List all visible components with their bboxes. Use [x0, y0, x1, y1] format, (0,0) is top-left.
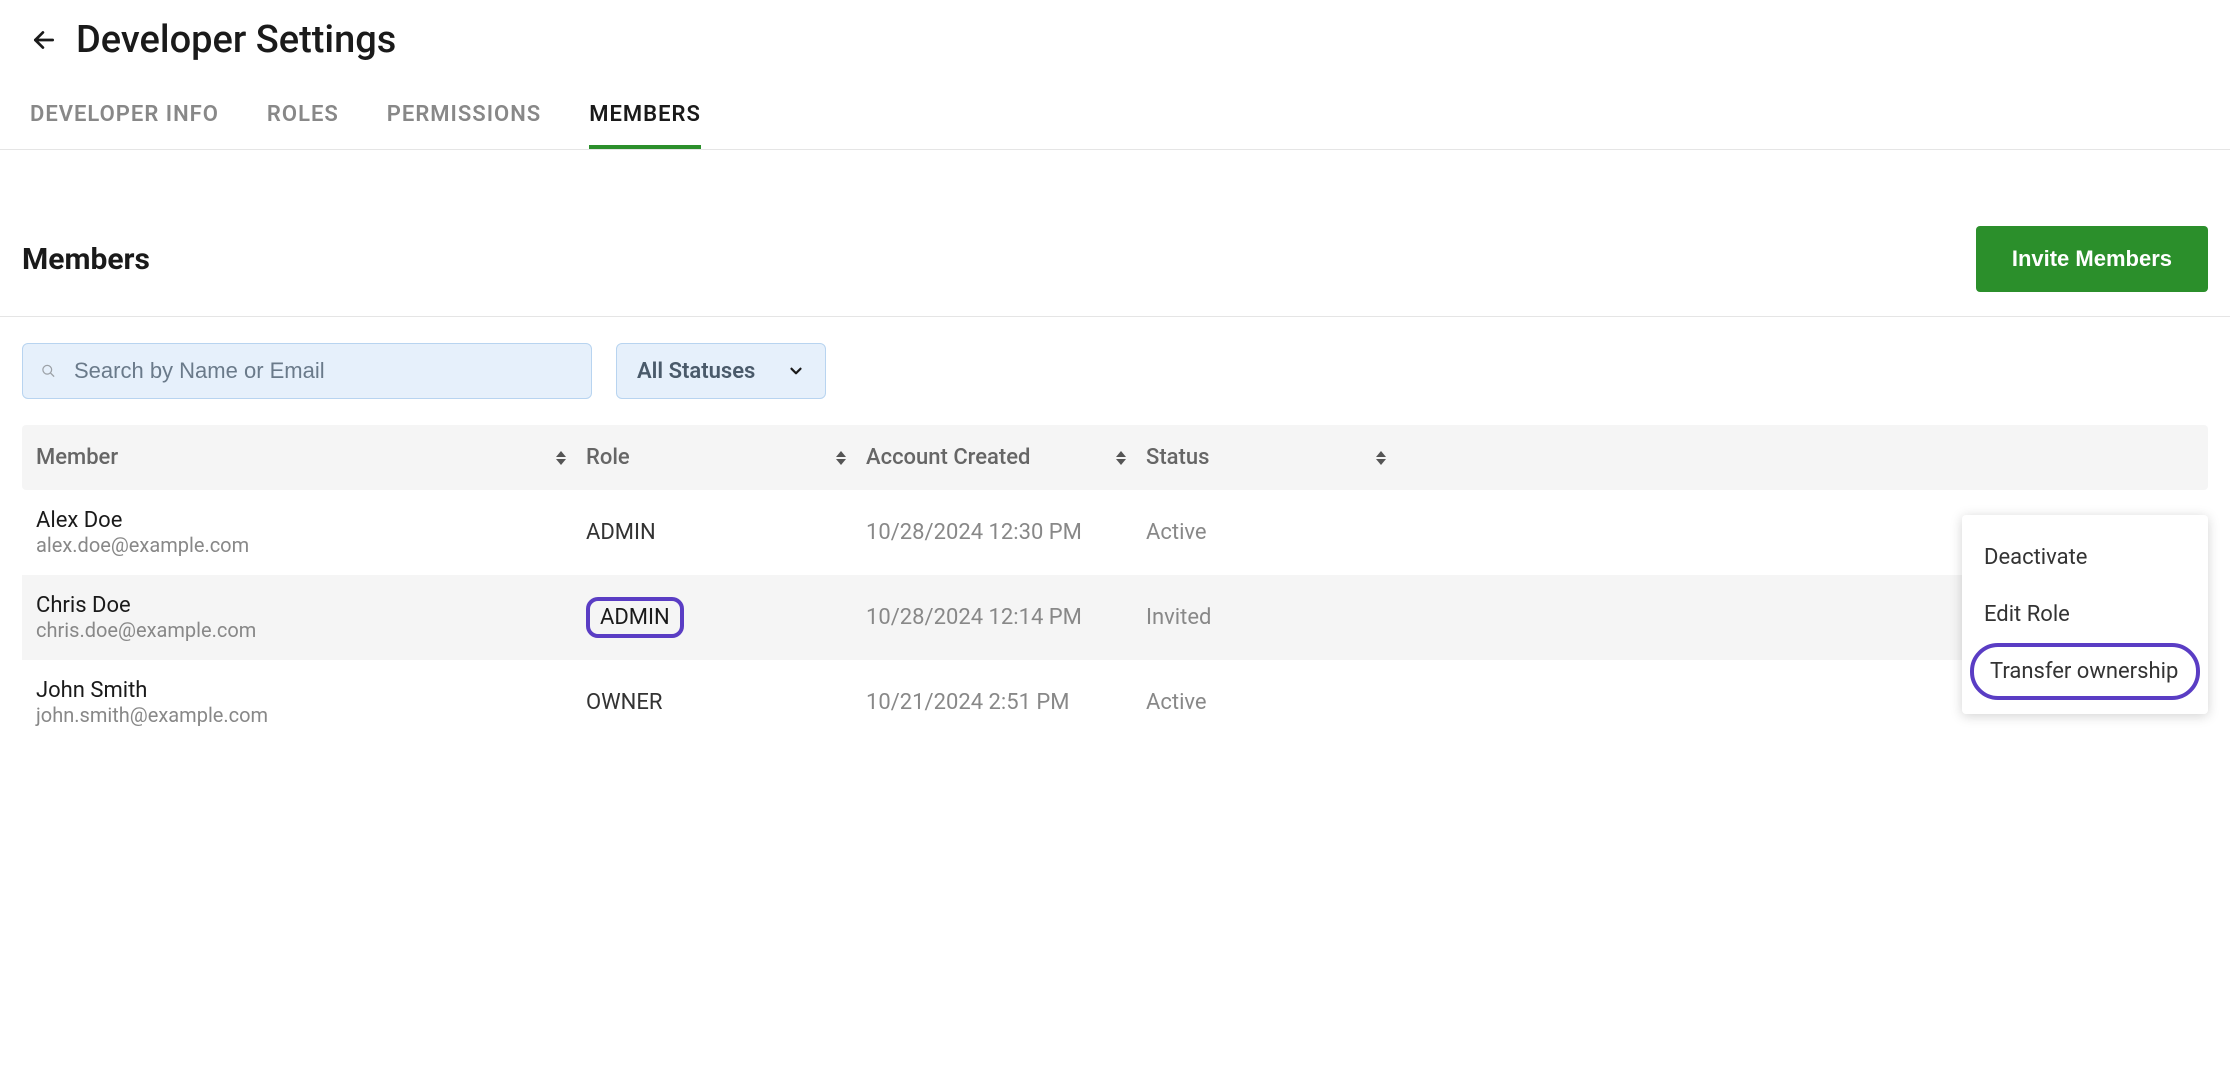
- status-filter[interactable]: All Statuses: [616, 343, 826, 399]
- page-header: Developer Settings: [0, 0, 2230, 72]
- chevron-down-icon: [787, 362, 805, 380]
- search-box[interactable]: [22, 343, 592, 399]
- member-cell: Chris Doe chris.doe@example.com: [36, 593, 586, 642]
- member-name: Alex Doe: [36, 508, 586, 533]
- table-header-row: Member Role Account Created Status: [22, 425, 2208, 490]
- role-cell: ADMIN: [586, 520, 866, 545]
- section-title: Members: [22, 242, 150, 277]
- sort-icon: [836, 451, 846, 465]
- status-cell: Active: [1146, 690, 1406, 715]
- role-cell: ADMIN: [586, 597, 866, 638]
- column-label: Role: [586, 445, 630, 470]
- created-cell: 10/21/2024 2:51 PM: [866, 690, 1146, 715]
- search-icon: [41, 363, 56, 379]
- member-cell: Alex Doe alex.doe@example.com: [36, 508, 586, 557]
- member-email: alex.doe@example.com: [36, 533, 586, 557]
- role-value: ADMIN: [586, 520, 656, 545]
- menu-item-edit-role[interactable]: Edit Role: [1962, 586, 2208, 643]
- status-filter-label: All Statuses: [637, 359, 755, 384]
- menu-item-deactivate[interactable]: Deactivate: [1962, 529, 2208, 586]
- tab-developer-info[interactable]: DEVELOPER INFO: [30, 102, 219, 149]
- role-value-highlighted: ADMIN: [586, 597, 684, 638]
- member-email: john.smith@example.com: [36, 703, 586, 727]
- menu-item-transfer-ownership[interactable]: Transfer ownership: [1970, 643, 2200, 700]
- row-context-menu: Deactivate Edit Role Transfer ownership: [1962, 515, 2208, 714]
- status-cell: Invited: [1146, 605, 1406, 630]
- members-table: Member Role Account Created Status Alex …: [0, 425, 2230, 745]
- sort-icon: [556, 451, 566, 465]
- role-cell: OWNER: [586, 690, 866, 715]
- column-label: Account Created: [866, 445, 1030, 470]
- column-header-member[interactable]: Member: [36, 445, 586, 470]
- back-button[interactable]: [30, 26, 58, 54]
- invite-members-button[interactable]: Invite Members: [1976, 226, 2208, 292]
- column-header-status[interactable]: Status: [1146, 445, 1406, 470]
- tab-permissions[interactable]: PERMISSIONS: [387, 102, 541, 149]
- tab-members[interactable]: MEMBERS: [589, 102, 701, 149]
- status-cell: Active: [1146, 520, 1406, 545]
- tab-roles[interactable]: ROLES: [267, 102, 339, 149]
- column-label: Status: [1146, 445, 1209, 470]
- section-header: Members Invite Members: [0, 178, 2230, 317]
- column-header-created[interactable]: Account Created: [866, 445, 1146, 470]
- table-row: Chris Doe chris.doe@example.com ADMIN 10…: [22, 575, 2208, 660]
- table-row: Alex Doe alex.doe@example.com ADMIN 10/2…: [22, 490, 2208, 575]
- member-name: Chris Doe: [36, 593, 586, 618]
- sort-icon: [1376, 451, 1386, 465]
- member-name: John Smith: [36, 678, 586, 703]
- role-value: OWNER: [586, 690, 662, 715]
- filter-bar: All Statuses: [0, 317, 2230, 425]
- table-row: John Smith john.smith@example.com OWNER …: [22, 660, 2208, 745]
- member-cell: John Smith john.smith@example.com: [36, 678, 586, 727]
- column-label: Member: [36, 445, 118, 470]
- created-cell: 10/28/2024 12:30 PM: [866, 520, 1146, 545]
- column-header-role[interactable]: Role: [586, 445, 866, 470]
- sort-icon: [1116, 451, 1126, 465]
- search-input[interactable]: [74, 358, 573, 384]
- arrow-left-icon: [31, 27, 57, 53]
- created-cell: 10/28/2024 12:14 PM: [866, 605, 1146, 630]
- member-email: chris.doe@example.com: [36, 618, 586, 642]
- tab-bar: DEVELOPER INFO ROLES PERMISSIONS MEMBERS: [0, 72, 2230, 150]
- column-header-actions: [1406, 445, 2194, 470]
- page-title: Developer Settings: [76, 18, 396, 62]
